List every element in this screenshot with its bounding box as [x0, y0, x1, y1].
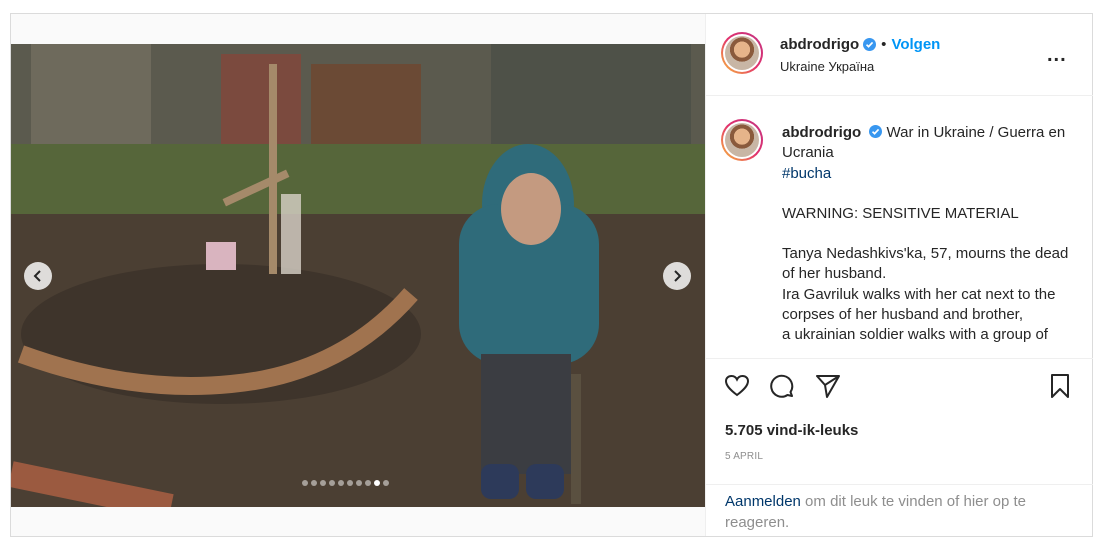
carousel-dot [320, 480, 326, 486]
carousel-indicator [302, 480, 389, 486]
carousel-dot [311, 480, 317, 486]
carousel-dot [383, 480, 389, 486]
verified-badge-icon [869, 125, 883, 138]
caption-line: Tanya Nedashkivs'ka, 57, mourns the dead… [782, 245, 1069, 283]
comment-icon[interactable] [769, 373, 795, 399]
caption-line: a ukrainian soldier walks with a group o… [782, 326, 1048, 344]
caption-section: abdrodrigo War in Ukraine / Guerra en Uc… [706, 96, 1093, 358]
carousel-dot [356, 480, 362, 486]
carousel-dot [374, 480, 380, 486]
likes-count[interactable]: 5.705 vind-ik-leuks [725, 422, 858, 439]
carousel-dot [347, 480, 353, 486]
location-link[interactable]: Ukraine Україна [780, 59, 874, 74]
separator-dot: • [881, 36, 887, 53]
login-prompt: Aanmelden om dit leuk te vinden of hier … [706, 484, 1093, 533]
post-media [11, 14, 705, 536]
avatar[interactable] [721, 32, 763, 74]
next-slide-button[interactable] [663, 262, 691, 290]
post-date[interactable]: 5 APRIL [725, 451, 763, 462]
action-bar [706, 358, 1093, 408]
more-options-button[interactable]: ... [1047, 44, 1067, 67]
caption-warning: WARNING: SENSITIVE MATERIAL [782, 204, 1019, 222]
chevron-right-icon [674, 270, 682, 282]
post-dialog: abdrodrigo • Volgen Ukraine Україна ... … [10, 13, 1093, 537]
caption-username[interactable]: abdrodrigo [782, 124, 861, 141]
post-header: abdrodrigo • Volgen Ukraine Україна ... [706, 14, 1093, 96]
caption-line: Ira Gavriluk walks with her cat next to … [782, 285, 1056, 324]
carousel-dot [365, 480, 371, 486]
share-icon[interactable] [815, 373, 841, 399]
carousel-dot [329, 480, 335, 486]
login-link[interactable]: Aanmelden [725, 493, 801, 510]
follow-button[interactable]: Volgen [891, 36, 940, 53]
bookmark-icon[interactable] [1047, 373, 1073, 399]
carousel-dot [302, 480, 308, 486]
heart-icon[interactable] [724, 373, 750, 399]
carousel-dot [338, 480, 344, 486]
username-link[interactable]: abdrodrigo [780, 36, 859, 53]
verified-badge-icon [863, 38, 877, 51]
caption-avatar[interactable] [721, 119, 763, 161]
hashtag-link[interactable]: #bucha [782, 165, 831, 182]
previous-slide-button[interactable] [24, 262, 52, 290]
caption-text: abdrodrigo War in Ukraine / Guerra en Uc… [782, 123, 1082, 346]
chevron-left-icon [33, 270, 41, 282]
post-photo [11, 44, 705, 507]
post-sidebar: abdrodrigo • Volgen Ukraine Україна ... … [705, 14, 1093, 536]
